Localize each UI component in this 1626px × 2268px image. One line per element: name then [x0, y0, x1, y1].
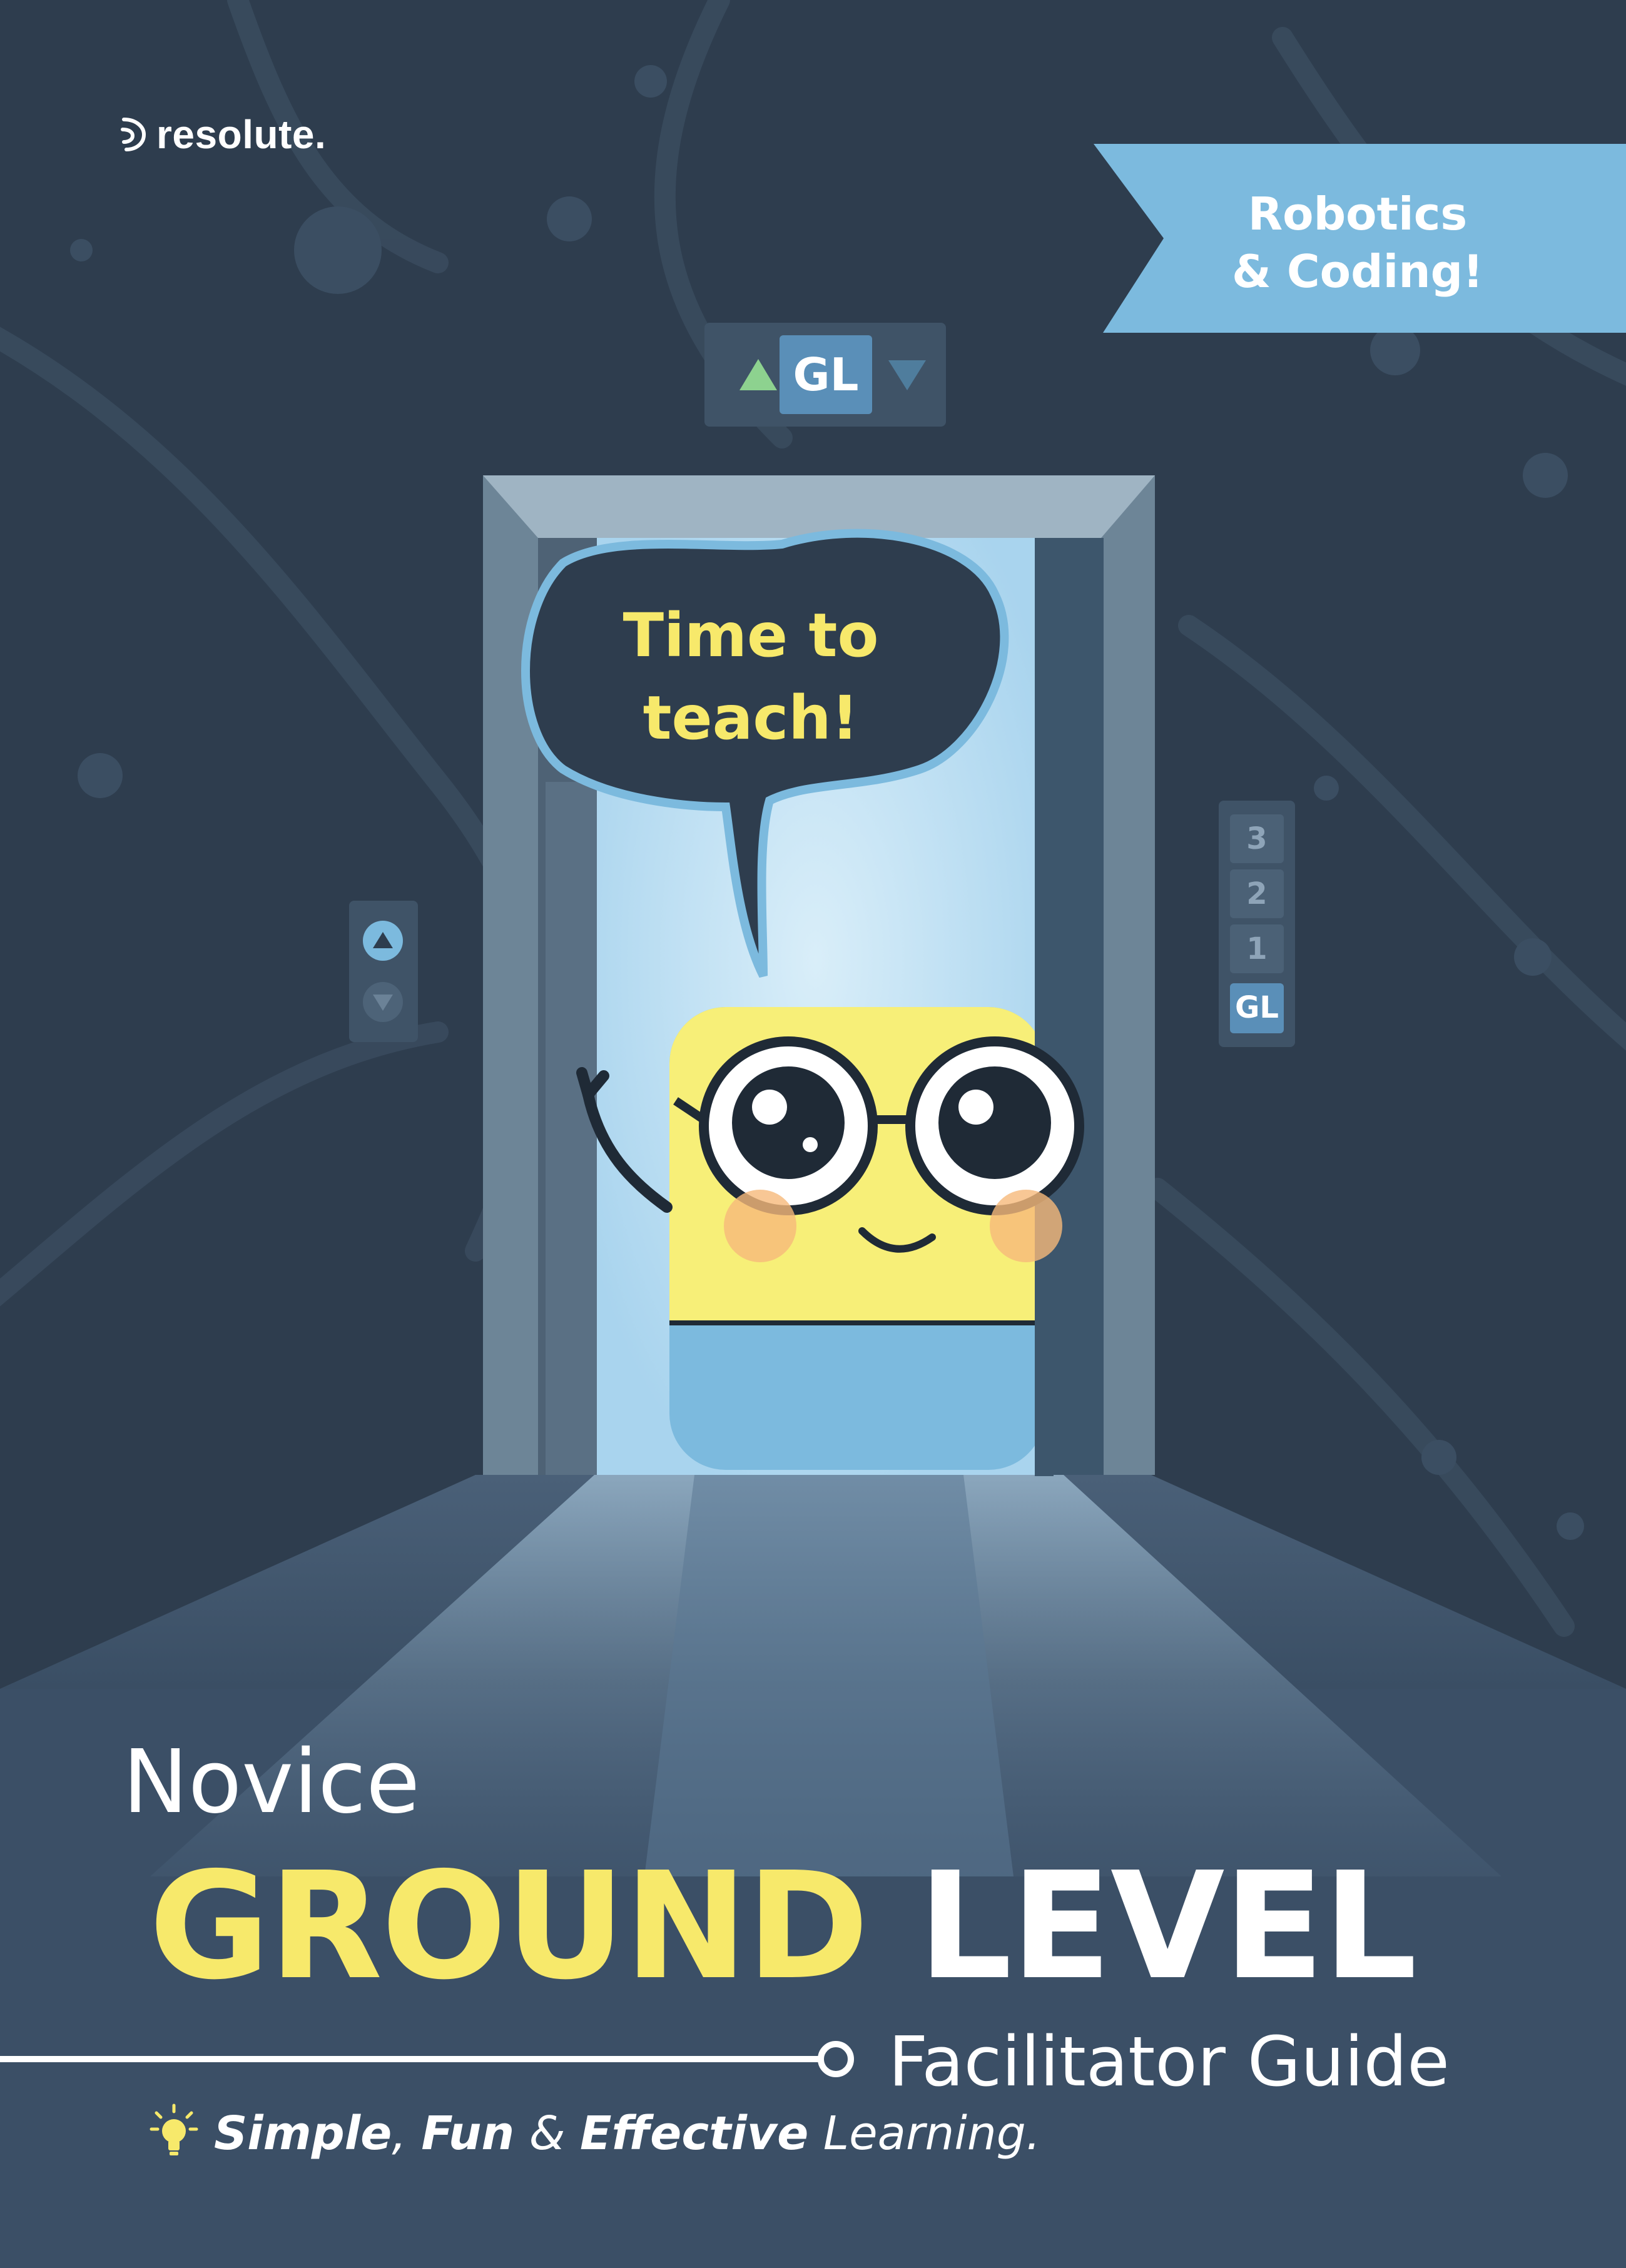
page-title: GROUND LEVEL	[149, 1840, 1417, 2012]
tagline-rest: Learning.	[823, 2107, 1041, 2160]
brand-logo: resolute.	[118, 111, 326, 158]
subtitle: Facilitator Guide	[888, 2022, 1450, 2102]
floor-indicator-label: GL	[793, 348, 859, 401]
level-label: Novice	[123, 1731, 420, 1833]
logo-icon	[121, 118, 146, 151]
ribbon-line-2: & Coding!	[1231, 245, 1483, 298]
ribbon-label: Robotics & Coding!	[1170, 185, 1545, 300]
speech-line-1: Time to	[622, 600, 879, 671]
tagline-sep-1: ,	[392, 2107, 407, 2160]
headline-ground: GROUND	[149, 1840, 869, 2012]
speech-line-2: teach!	[643, 683, 859, 753]
logo-text: resolute.	[156, 112, 327, 157]
left-door	[546, 782, 597, 1475]
floor-button-3[interactable]: 3	[1230, 814, 1284, 863]
floor-button-1[interactable]: 1	[1230, 924, 1284, 973]
floor-button-2[interactable]: 2	[1230, 869, 1284, 918]
headline-level: LEVEL	[918, 1840, 1417, 2012]
tagline: Simple, Fun & Effective Learning.	[214, 2105, 1040, 2162]
tagline-word-fun: Fun	[421, 2107, 515, 2160]
lightbulb-icon	[150, 2103, 198, 2155]
tagline-word-effective: Effective	[579, 2107, 809, 2160]
ribbon-line-1: Robotics	[1247, 188, 1468, 240]
speech-bubble-text: Time to teach!	[563, 594, 938, 759]
tagline-sep-2: &	[529, 2107, 566, 2160]
floor-button-gl[interactable]: GL	[1230, 983, 1284, 1032]
tagline-word-simple: Simple	[214, 2107, 392, 2160]
